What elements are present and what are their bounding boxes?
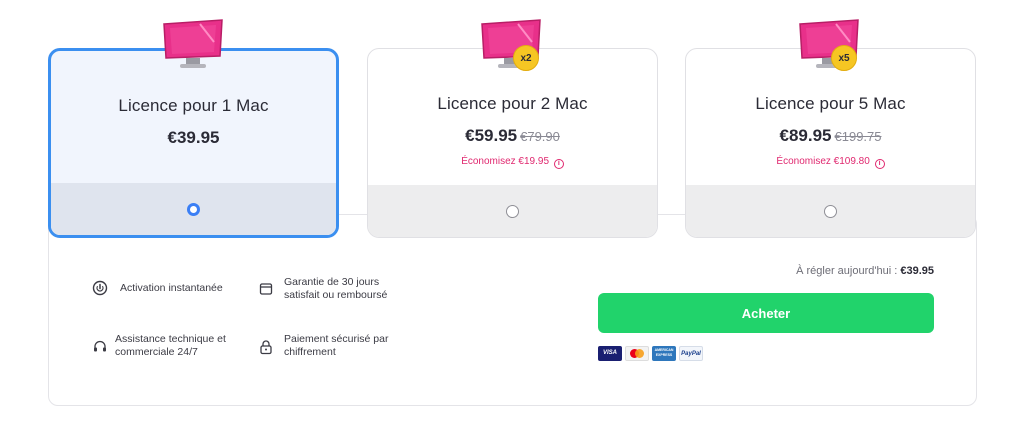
- visa-logo: VISA: [598, 346, 622, 361]
- power-icon: [92, 280, 108, 296]
- headset-icon: [94, 340, 106, 352]
- wallet-icon: [259, 283, 273, 295]
- plan-price: €59.95: [465, 126, 518, 145]
- feature-label: Garantie de 30 jours satisfait ou rembou…: [284, 276, 388, 301]
- feature-label: Assistance technique et commerciale 24/7: [115, 333, 226, 358]
- feature-instant-activation: Activation instantanée: [92, 280, 223, 296]
- info-icon[interactable]: i: [874, 159, 885, 169]
- amount-due-value: €39.95: [900, 265, 934, 277]
- plan-price-row: €89.95 €199.75: [686, 126, 975, 146]
- plan-radio[interactable]: [824, 204, 837, 218]
- plan-title: Licence pour 1 Mac: [118, 96, 269, 115]
- amex-logo: AMERICAN EXPRESS: [652, 346, 676, 361]
- mastercard-logo: [625, 346, 649, 361]
- feature-label: Paiement sécurisé par chiffrement: [284, 333, 389, 358]
- plan-title: Licence pour 2 Mac: [437, 94, 588, 113]
- plan-select-area[interactable]: [368, 185, 657, 237]
- feature-label: Activation instantanée: [120, 282, 223, 294]
- buy-button[interactable]: Acheter: [598, 293, 934, 333]
- plan-savings: Économisez €19.95 i: [368, 156, 657, 169]
- plan-title: Licence pour 5 Mac: [755, 94, 906, 113]
- amount-due-label: À régler aujourd'hui :: [796, 265, 898, 277]
- lock-icon: [260, 340, 272, 355]
- feature-support: Assistance technique et commerciale 24/7: [92, 333, 252, 359]
- paypal-logo: PayPal: [679, 346, 703, 361]
- feature-guarantee: Garantie de 30 jours satisfait ou rembou…: [258, 276, 408, 302]
- quantity-badge: x2: [513, 45, 539, 71]
- mastercard-icon: [630, 349, 644, 358]
- plan-select-area[interactable]: [51, 183, 336, 235]
- plan-card-5-mac[interactable]: Licence pour 5 Mac €89.95 €199.75 Économi…: [685, 48, 976, 238]
- plan-price: €39.95: [167, 128, 220, 147]
- plan-savings-text: Économisez €109.80: [776, 156, 870, 167]
- plan-old-price: €79.90: [520, 129, 560, 144]
- plan-price-row: €39.95: [51, 128, 336, 148]
- plan-select-area[interactable]: [686, 185, 975, 237]
- amount-due: À régler aujourd'hui : €39.95: [796, 265, 934, 277]
- plan-card-1-mac[interactable]: Licence pour 1 Mac €39.95: [48, 48, 339, 238]
- plan-radio[interactable]: [506, 204, 519, 218]
- plan-savings-text: Économisez €19.95: [461, 156, 550, 167]
- plan-price-row: €59.95 €79.90: [368, 126, 657, 146]
- plan-card-2-mac[interactable]: Licence pour 2 Mac €59.95 €79.90 Économis…: [367, 48, 658, 238]
- plan-old-price: €199.75: [834, 129, 882, 144]
- info-icon[interactable]: i: [553, 159, 564, 169]
- quantity-badge: x5: [831, 45, 857, 71]
- mac-monitor-icon: [163, 19, 223, 68]
- plan-savings: Économisez €109.80 i: [686, 156, 975, 169]
- plan-radio-selected[interactable]: [187, 202, 200, 216]
- feature-secure-payment: Paiement sécurisé par chiffrement: [258, 333, 418, 359]
- plan-price: €89.95: [779, 126, 832, 145]
